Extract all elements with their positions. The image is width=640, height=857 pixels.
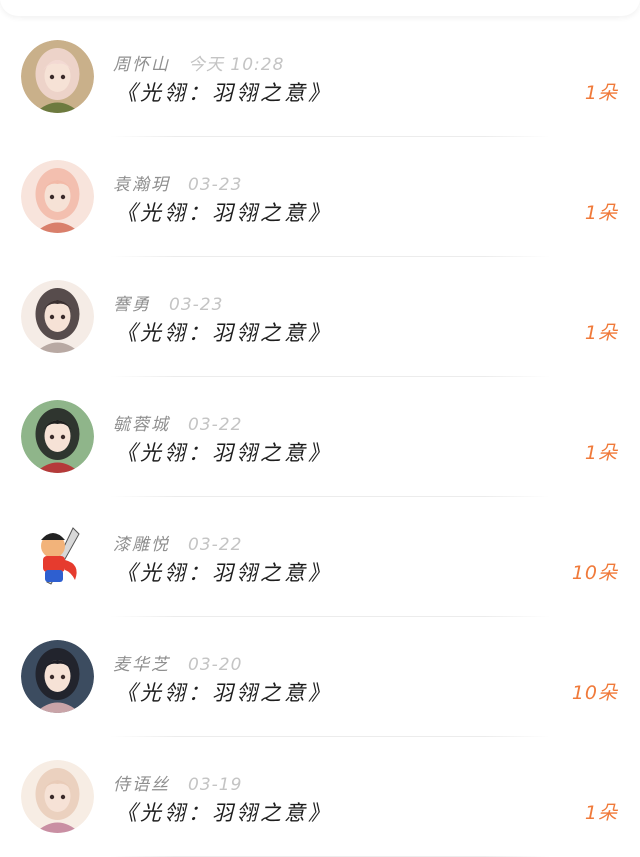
avatar-girl-outdoor-icon [21, 400, 94, 473]
book-title: 《光翎：羽翎之意》 [116, 801, 332, 825]
book-title: 《光翎：羽翎之意》 [116, 441, 332, 465]
timestamp: 03-23 [169, 295, 224, 315]
avatar[interactable] [21, 280, 94, 353]
user-name[interactable]: 漆雕悦 [113, 535, 170, 555]
avatar-cartoon-warrior-icon [21, 520, 94, 593]
book-title: 《光翎：羽翎之意》 [116, 561, 332, 585]
list-item[interactable]: 袁瀚玥 03-23 《光翎：羽翎之意》 1朵 [0, 137, 640, 257]
timestamp: 03-22 [188, 535, 243, 555]
list-item[interactable]: 謇勇 03-23 《光翎：羽翎之意》 1朵 [0, 257, 640, 377]
gift-amount: 1朵 [584, 802, 618, 824]
book-title: 《光翎：羽翎之意》 [116, 201, 332, 225]
book-title: 《光翎：羽翎之意》 [116, 321, 332, 345]
user-name[interactable]: 毓蓉城 [113, 415, 170, 435]
list-item[interactable]: 毓蓉城 03-22 《光翎：羽翎之意》 1朵 [0, 377, 640, 497]
avatar[interactable] [21, 640, 94, 713]
timestamp: 03-23 [188, 175, 243, 195]
user-name[interactable]: 袁瀚玥 [113, 175, 170, 195]
list-item[interactable]: 侍语丝 03-19 《光翎：羽翎之意》 1朵 [0, 737, 640, 857]
reward-list: 周怀山 今天 10:28 《光翎：羽翎之意》 1朵 袁瀚玥 03-23 《光翎：羽翎… [0, 17, 640, 857]
user-name[interactable]: 謇勇 [113, 295, 151, 315]
user-name[interactable]: 侍语丝 [113, 775, 170, 795]
avatar[interactable] [21, 760, 94, 833]
avatar-anime-princess-icon [21, 760, 94, 833]
gift-amount: 1朵 [584, 202, 618, 224]
list-item[interactable]: 周怀山 今天 10:28 《光翎：羽翎之意》 1朵 [0, 17, 640, 137]
avatar-anime-girl-icon [21, 160, 94, 233]
avatar-chibi-girl-icon [21, 280, 94, 353]
avatar[interactable] [21, 400, 94, 473]
book-title: 《光翎：羽翎之意》 [116, 681, 332, 705]
avatar[interactable] [21, 160, 94, 233]
gift-amount: 10朵 [571, 562, 618, 584]
timestamp: 03-22 [188, 415, 243, 435]
gift-amount: 10朵 [571, 682, 618, 704]
avatar-anime-couple-icon [21, 640, 94, 713]
gift-amount: 1朵 [584, 82, 618, 104]
user-name[interactable]: 周怀山 [113, 55, 170, 75]
timestamp: 03-19 [188, 775, 243, 795]
user-name[interactable]: 麦华芝 [113, 655, 170, 675]
avatar-photo-girl-icon [21, 40, 94, 113]
timestamp: 03-20 [188, 655, 243, 675]
timestamp: 今天 10:28 [188, 55, 285, 75]
gift-amount: 1朵 [584, 442, 618, 464]
avatar[interactable] [21, 520, 94, 593]
gift-amount: 1朵 [584, 322, 618, 344]
book-title: 《光翎：羽翎之意》 [116, 81, 332, 105]
list-item[interactable]: 漆雕悦 03-22 《光翎：羽翎之意》 10朵 [0, 497, 640, 617]
list-item[interactable]: 麦华芝 03-20 《光翎：羽翎之意》 10朵 [0, 617, 640, 737]
top-card [0, 0, 640, 16]
avatar[interactable] [21, 40, 94, 113]
